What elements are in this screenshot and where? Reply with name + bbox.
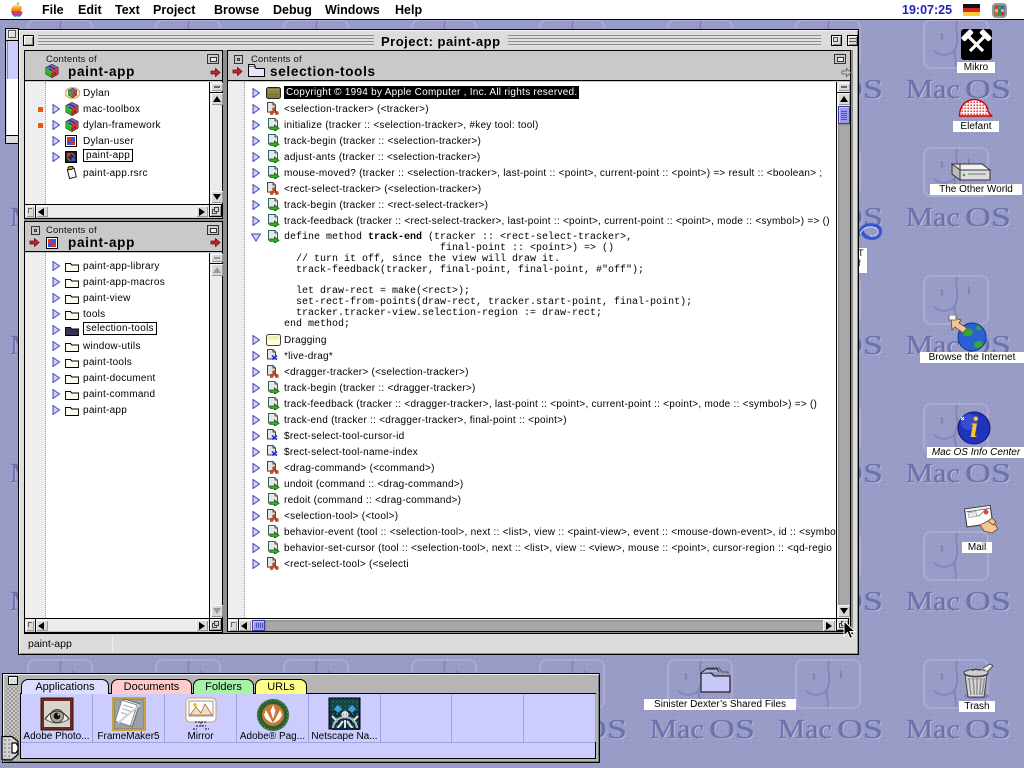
svg-text:i: i (970, 411, 979, 444)
